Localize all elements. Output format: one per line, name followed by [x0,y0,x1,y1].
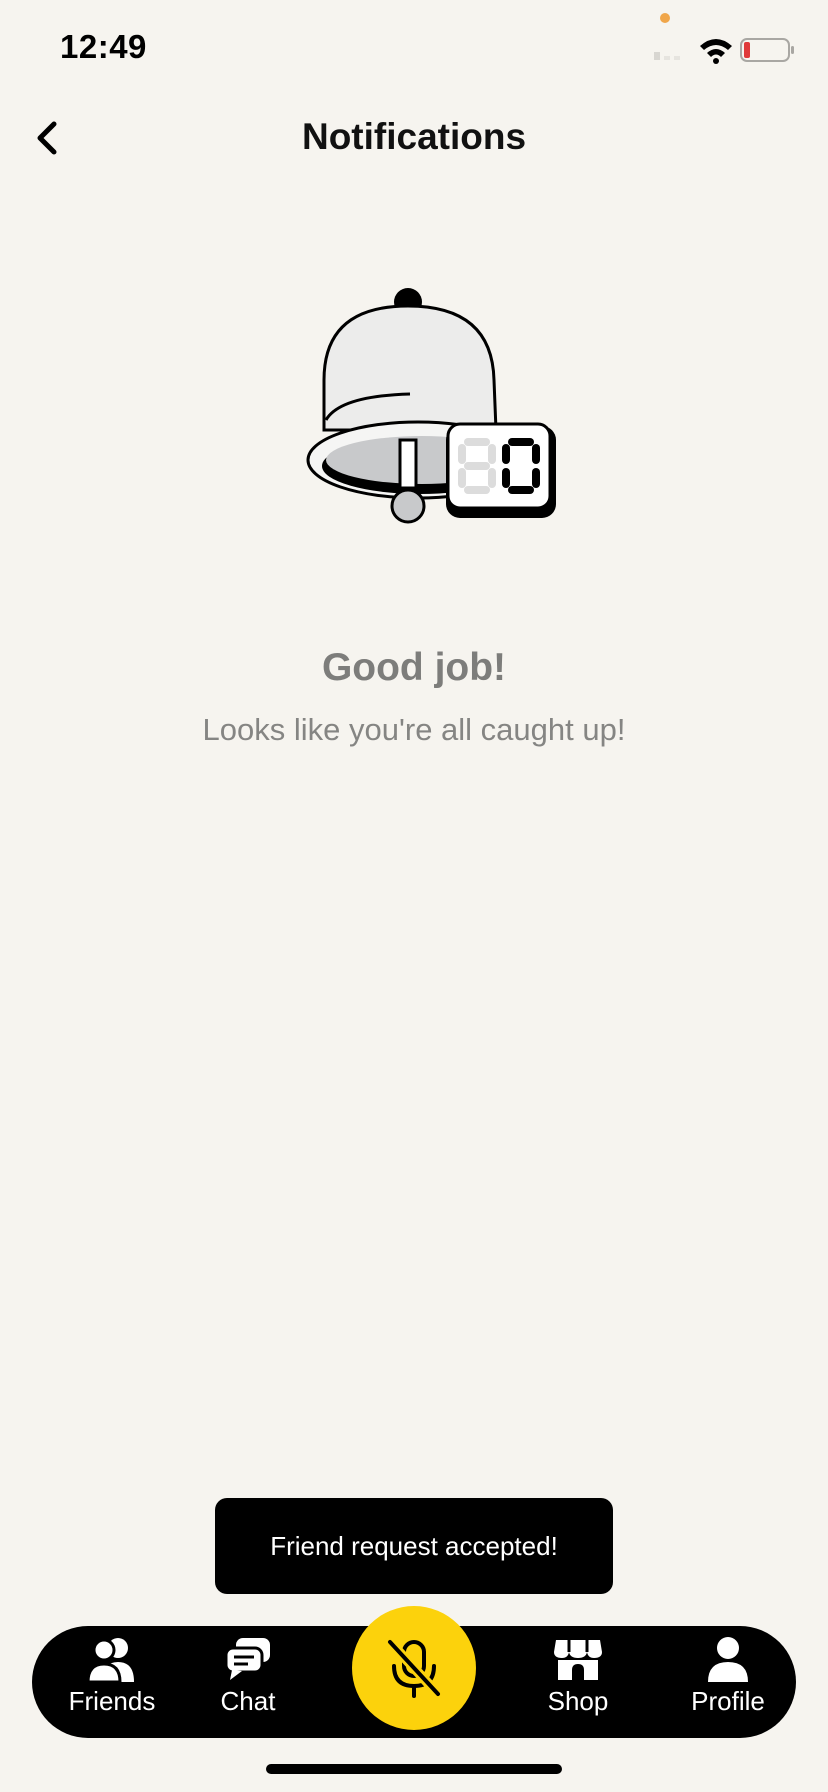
status-time: 12:49 [60,28,147,65]
bell-illustration [306,288,556,524]
home-indicator [266,1764,562,1774]
battery-icon [740,38,794,62]
tab-chat[interactable]: Chat [188,1626,308,1738]
empty-state-title: Good job! [321,646,507,689]
cellular-signal-icon [654,52,680,60]
page-title: Notifications [301,116,527,157]
tab-label-profile: Profile [691,1686,765,1716]
toast-message: Friend request accepted! [270,1530,558,1561]
tab-label-chat: Chat [220,1686,276,1716]
wifi-icon [700,39,732,64]
header: Notifications [0,100,828,180]
mic-mute-button[interactable] [352,1606,476,1730]
shop-icon [554,1640,602,1680]
toast-notification: Friend request accepted! [215,1498,613,1594]
profile-icon [708,1637,748,1682]
friends-icon [86,1638,134,1682]
tab-profile[interactable]: Profile [668,1626,788,1738]
privacy-indicator-dot [660,13,670,23]
tab-shop[interactable]: Shop [518,1626,638,1738]
tab-friends[interactable]: Friends [52,1626,172,1738]
empty-state-subtitle: Looks like you're all caught up! [202,712,626,747]
chat-icon [224,1638,270,1680]
status-bar: 12:49 [0,0,828,100]
mic-muted-icon [386,1638,442,1698]
tab-label-shop: Shop [547,1686,609,1716]
tab-label-friends: Friends [68,1686,156,1716]
